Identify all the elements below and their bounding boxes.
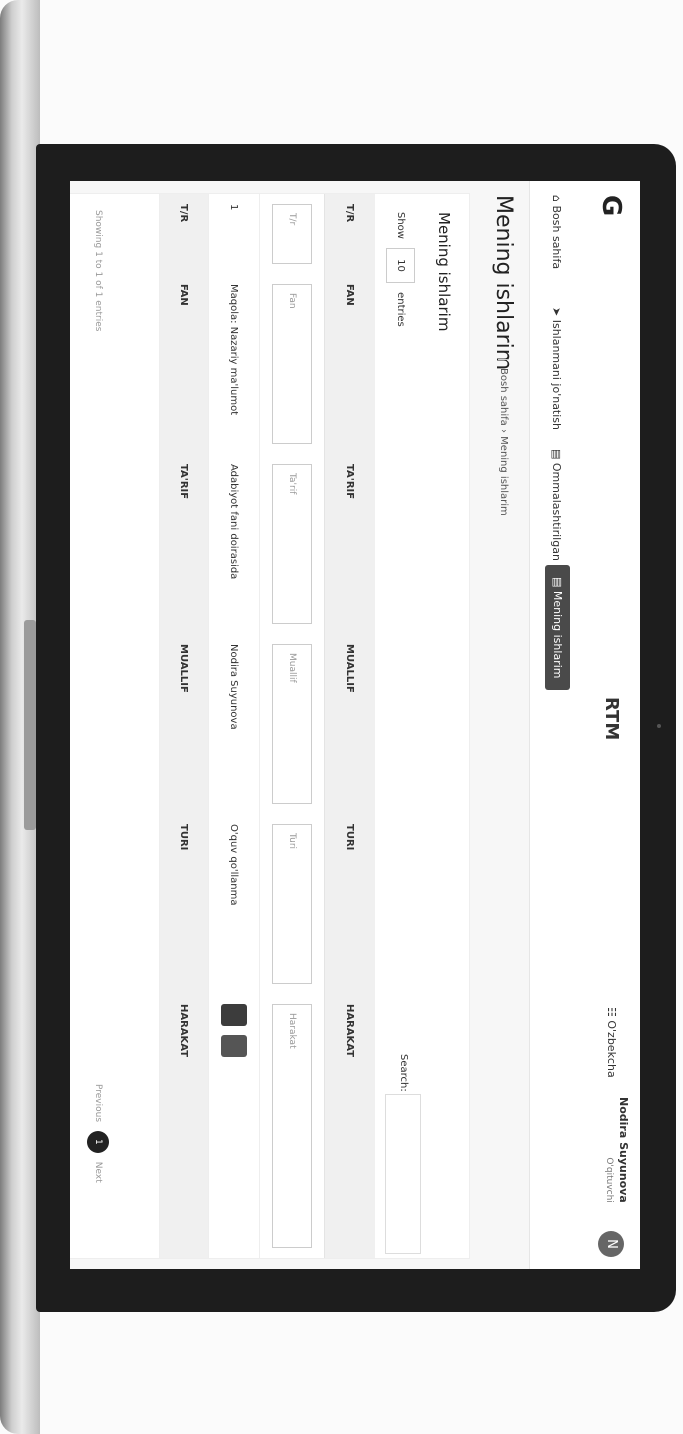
table-info: Showing 1 to 1 of 1 entries bbox=[93, 210, 103, 332]
list-icon: ▤ bbox=[550, 449, 563, 463]
nav-item-label: Mening ishlarim bbox=[551, 590, 564, 679]
footer-turi: TURI bbox=[159, 814, 209, 994]
column-header-harakat[interactable]: HARAKAT bbox=[324, 994, 375, 1258]
user-role: O'qituvchi bbox=[604, 1157, 614, 1203]
nav-item-my-works[interactable]: ▤ Mening ishlarim bbox=[545, 565, 570, 691]
table-header-row: T/R FAN TA'RIF MUALLIF TURI HARAKAT bbox=[324, 194, 375, 1258]
cell-tr: 1 bbox=[208, 194, 260, 274]
cell-tarif: Adabiyot fani doirasida bbox=[208, 454, 260, 634]
table-footer-row: T/R FAN TA'RIF MUALLIF TURI HARAKAT bbox=[159, 194, 209, 1258]
filter-input-muallif[interactable]: Muallif bbox=[272, 644, 312, 804]
laptop-screen: G RTM ☷ O'zbekcha Nodira Suyunova O'qitu… bbox=[70, 181, 640, 1269]
column-header-fan[interactable]: FAN bbox=[324, 274, 375, 454]
footer-fan: FAN bbox=[159, 274, 209, 454]
logo[interactable]: G bbox=[596, 195, 626, 216]
search-label: Search: bbox=[398, 1054, 409, 1092]
footer-muallif: MUALLIF bbox=[159, 634, 209, 814]
card-title: Mening ishlarim bbox=[435, 212, 453, 332]
avatar[interactable]: N bbox=[598, 1231, 624, 1257]
page-title: Mening ishlarim bbox=[491, 195, 516, 371]
home-icon: ⌂ bbox=[550, 195, 563, 206]
cell-actions bbox=[208, 994, 260, 1258]
filter-input-fan[interactable]: Fan bbox=[272, 284, 312, 444]
breadcrumb[interactable]: Bosh sahifa › Mening ishlarim bbox=[498, 359, 509, 516]
user-name: Nodira Suyunova bbox=[617, 1097, 630, 1203]
webcam bbox=[657, 724, 661, 728]
user-menu[interactable]: Nodira Suyunova O'qituvchi bbox=[602, 1097, 630, 1203]
nav-item-published[interactable]: ▤ Ommalashtirilgan bbox=[550, 449, 563, 561]
view-button[interactable] bbox=[221, 1004, 247, 1026]
column-header-turi[interactable]: TURI bbox=[324, 814, 375, 994]
filter-input-turi[interactable]: Turi bbox=[272, 824, 312, 984]
nav-item-label: Bosh sahifa bbox=[550, 205, 563, 270]
footer-tr: T/R bbox=[159, 194, 209, 274]
page-length-control: Show 10 entries bbox=[386, 212, 415, 327]
language-switcher[interactable]: ☷ O'zbekcha bbox=[605, 1007, 618, 1078]
filter-input-harakat[interactable]: Harakat bbox=[272, 1004, 312, 1248]
next-button[interactable]: Next bbox=[93, 1162, 103, 1183]
nav-item-label: Ishlanmani jo'natish bbox=[550, 319, 563, 431]
pagination: Previous 1 Next bbox=[87, 1084, 109, 1183]
table-row: 1 Maqola: Nazariy ma'lumot Adabiyot fani… bbox=[208, 194, 260, 1258]
nav-item-home[interactable]: ⌂ Bosh sahifa bbox=[550, 195, 563, 269]
cell-turi: O'quv qo'llanma bbox=[208, 814, 260, 994]
nav-item-send[interactable]: ➤ Ishlanmani jo'natish bbox=[550, 307, 563, 430]
works-card: Mening ishlarim Show 10 entries Search: … bbox=[70, 193, 470, 1259]
cell-fan: Maqola: Nazariy ma'lumot bbox=[208, 274, 260, 454]
previous-button[interactable]: Previous bbox=[93, 1084, 103, 1122]
column-header-tarif[interactable]: TA'RIF bbox=[324, 454, 375, 634]
footer-harakat: HARAKAT bbox=[159, 994, 209, 1258]
filter-input-tarif[interactable]: Ta'rif bbox=[272, 464, 312, 624]
web-app: G RTM ☷ O'zbekcha Nodira Suyunova O'qitu… bbox=[70, 181, 640, 1269]
send-icon: ➤ bbox=[550, 307, 563, 320]
top-header: G RTM ☷ O'zbekcha Nodira Suyunova O'qitu… bbox=[577, 181, 640, 1269]
works-table: T/R FAN TA'RIF MUALLIF TURI HARAKAT T/r … bbox=[159, 194, 375, 1258]
list-icon: ▤ bbox=[551, 577, 564, 591]
main-nav: ⌂ Bosh sahifa ➤ Ishlanmani jo'natish ▤ O… bbox=[529, 181, 578, 1269]
page-button-1[interactable]: 1 bbox=[87, 1130, 109, 1153]
grid-icon: ☷ bbox=[605, 1007, 618, 1021]
brand-title: RTM bbox=[601, 697, 622, 741]
footer-tarif: TA'RIF bbox=[159, 454, 209, 634]
nav-item-label: Ommalashtirilgan bbox=[550, 462, 563, 561]
show-label: Show bbox=[395, 212, 406, 239]
laptop-lid-notch bbox=[24, 620, 36, 830]
filter-row: T/r Fan Ta'rif Muallif Turi Harakat bbox=[259, 194, 325, 1258]
delete-button[interactable] bbox=[221, 1035, 247, 1058]
column-header-muallif[interactable]: MUALLIF bbox=[324, 634, 375, 814]
cell-muallif: Nodira Suyunova bbox=[208, 634, 260, 814]
language-label: O'zbekcha bbox=[605, 1020, 618, 1078]
search-input[interactable] bbox=[385, 1094, 421, 1254]
entries-label: entries bbox=[395, 292, 406, 327]
page-length-select[interactable]: 10 bbox=[386, 248, 415, 283]
filter-input-tr[interactable]: T/r bbox=[272, 204, 312, 264]
column-header-tr[interactable]: T/R bbox=[324, 194, 375, 274]
